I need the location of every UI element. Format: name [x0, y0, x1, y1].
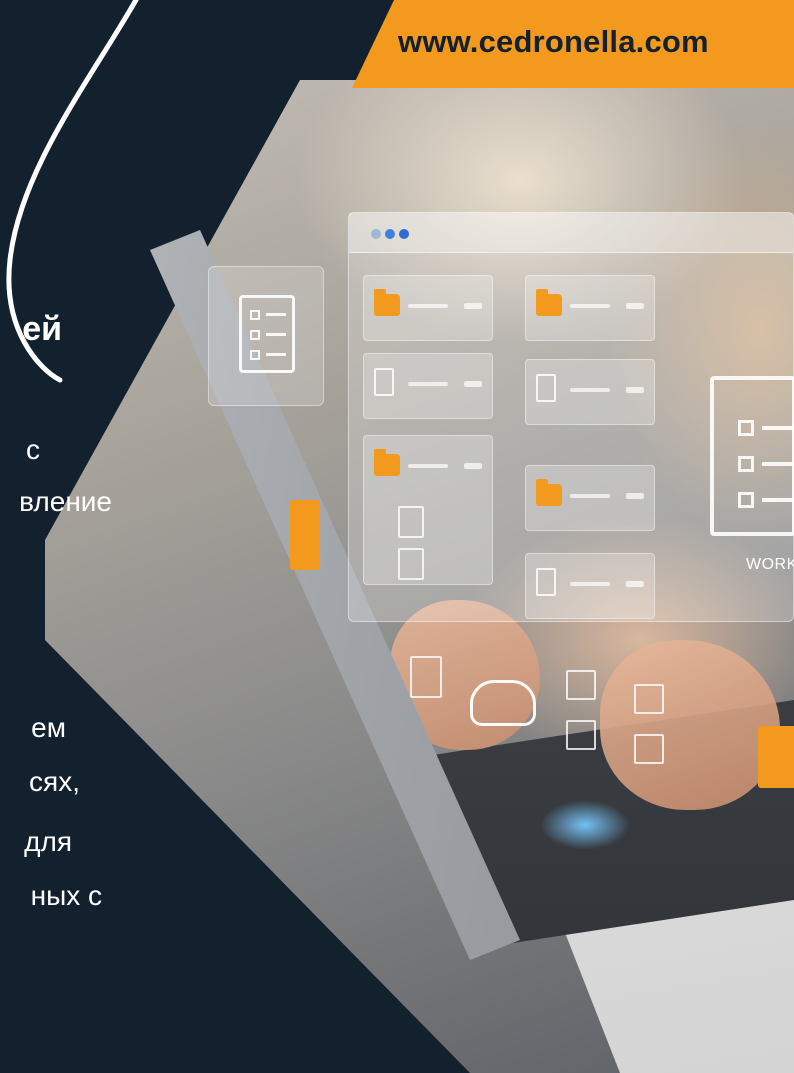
- body-text-fragment: сях,: [29, 766, 80, 797]
- work-label: WORK: [746, 556, 794, 573]
- document-icon: [536, 374, 556, 402]
- folder-icon: [536, 479, 562, 506]
- promo-canvas: WORK www.cedronella.com ей с вление ем с…: [0, 0, 794, 1073]
- document-icon: [398, 506, 424, 538]
- folder-outline-icon: [566, 720, 596, 750]
- holo-window-topbar: [349, 213, 793, 253]
- body-text-fragment: с: [26, 434, 40, 465]
- document-icon: [536, 568, 556, 596]
- folder-icon: [758, 726, 794, 788]
- work-clipboard-icon: [706, 372, 794, 552]
- document-icon: [410, 656, 442, 698]
- holo-file-tile: [525, 553, 655, 619]
- folder-outline-icon: [566, 670, 596, 700]
- clipboard-icon: [239, 295, 295, 373]
- folder-icon: [290, 500, 320, 570]
- heading-fragment: ей: [22, 310, 62, 348]
- body-text-fragment: вление: [19, 486, 112, 517]
- folder-icon: [536, 289, 562, 316]
- holo-file-tile: [525, 465, 655, 531]
- folder-outline-icon: [634, 734, 664, 764]
- holo-file-tile: [363, 353, 493, 419]
- folder-icon: [374, 449, 400, 476]
- holo-file-tile: [525, 275, 655, 341]
- website-url[interactable]: www.cedronella.com: [398, 24, 778, 60]
- folder-icon: [374, 289, 400, 316]
- body-text-fragment: ем: [31, 712, 66, 743]
- folder-outline-icon: [634, 684, 664, 714]
- key-glow: [540, 800, 630, 850]
- document-icon: [398, 548, 424, 580]
- cloud-upload-icon: [470, 680, 536, 726]
- body-text-fragment: для: [24, 826, 72, 857]
- holo-file-tile: [363, 275, 493, 341]
- document-icon: [374, 368, 394, 396]
- holo-file-tile: [525, 359, 655, 425]
- body-text-fragment: ных с: [30, 880, 102, 911]
- holo-folder-tree: [363, 435, 493, 585]
- holo-doc-card: [208, 266, 324, 406]
